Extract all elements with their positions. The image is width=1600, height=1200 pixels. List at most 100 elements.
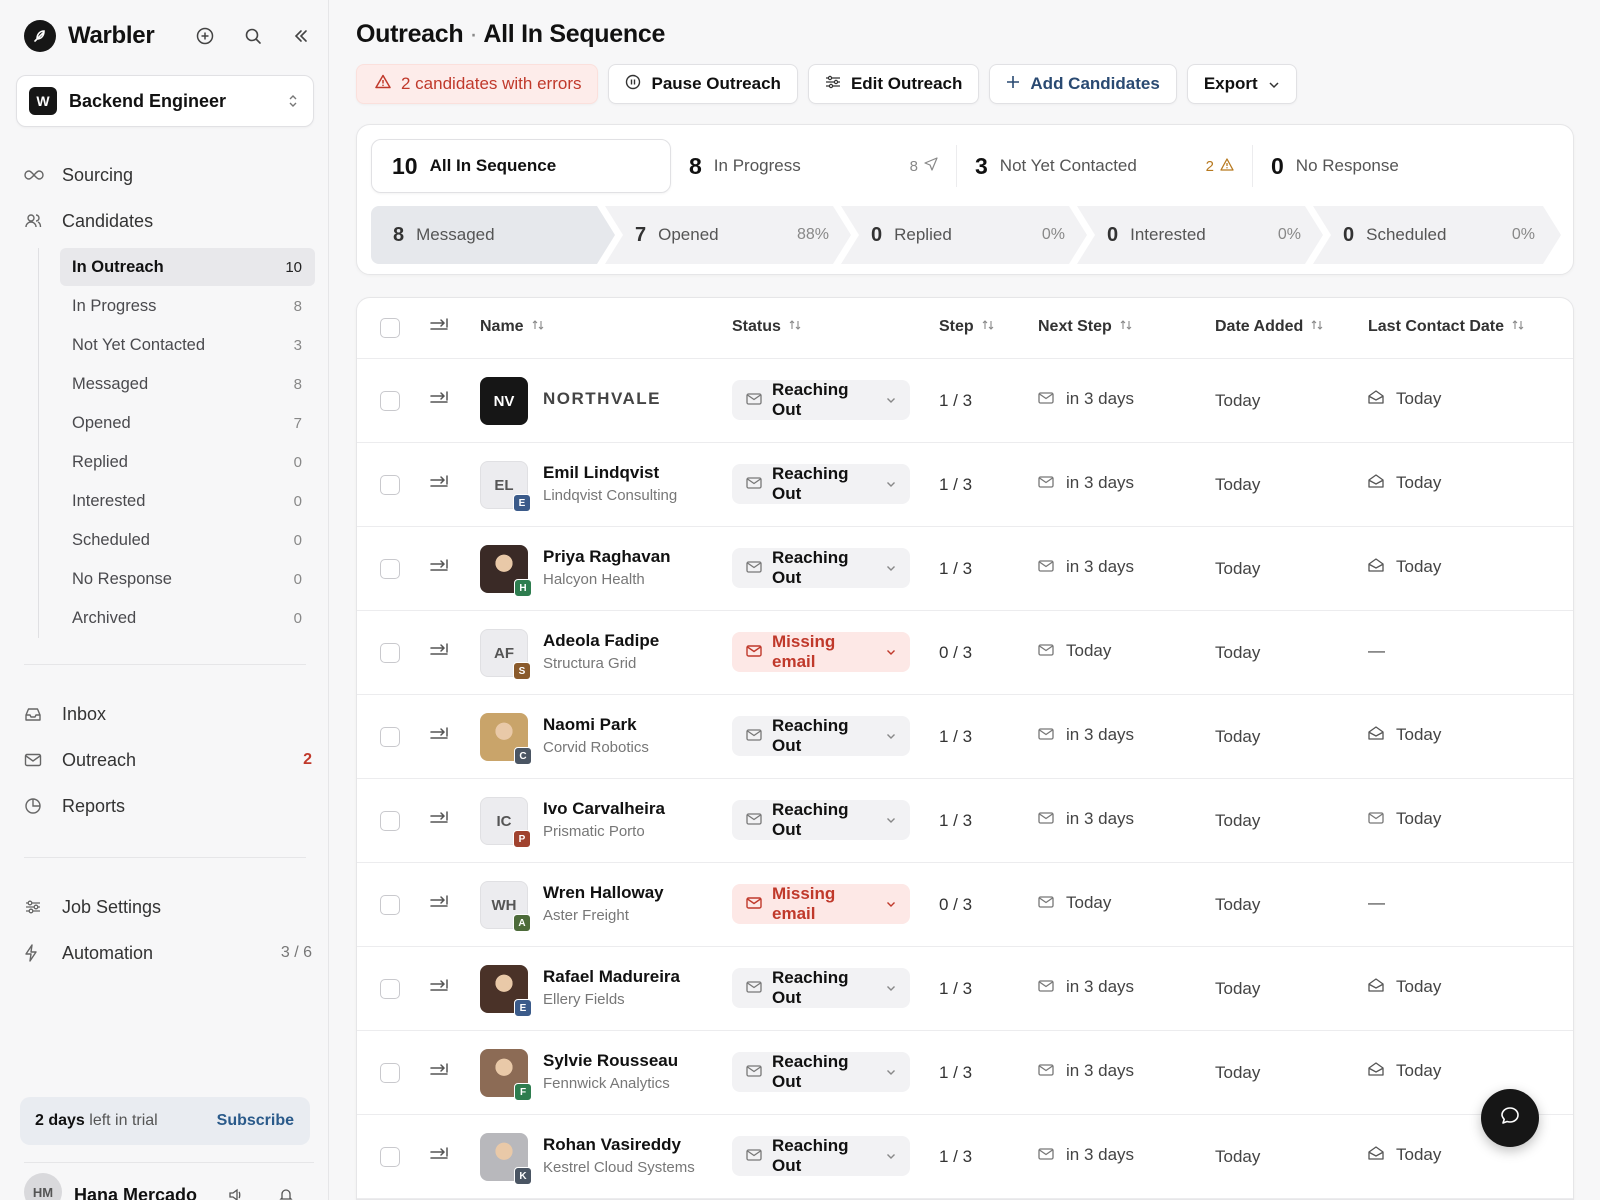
subnav-item-replied[interactable]: Replied 0 xyxy=(60,443,315,481)
table-row[interactable]: C Naomi Park Corvid Robotics Reaching Out 1 … xyxy=(357,695,1573,779)
collapse-sidebar-icon[interactable] xyxy=(292,27,310,45)
candidate-name[interactable]: Rohan Vasireddy xyxy=(543,1135,681,1155)
nav-automation[interactable]: Automation 3 / 6 xyxy=(24,939,314,967)
row-checkbox[interactable] xyxy=(380,1147,400,1167)
tab-in-progress[interactable]: 8 In Progress 8 xyxy=(671,145,957,187)
status-dropdown[interactable]: Missing email xyxy=(732,632,910,672)
speaker-icon[interactable] xyxy=(228,1187,244,1200)
edit-outreach-button[interactable]: Edit Outreach xyxy=(807,64,980,104)
step-value: 1 / 3 xyxy=(939,979,973,998)
sequence-icon[interactable] xyxy=(429,727,449,743)
pause-outreach-button[interactable]: Pause Outreach xyxy=(608,64,798,104)
subnav-item-messaged[interactable]: Messaged 8 xyxy=(60,365,315,403)
status-dropdown[interactable]: Reaching Out xyxy=(732,464,910,504)
sequence-icon[interactable] xyxy=(429,643,449,659)
candidate-name[interactable]: Sylvie Rousseau xyxy=(543,1051,678,1071)
avatar[interactable]: HM xyxy=(24,1173,62,1200)
tab-not-yet-contacted[interactable]: 3 Not Yet Contacted 2 xyxy=(957,145,1253,187)
sequence-icon[interactable] xyxy=(429,391,449,407)
search-icon[interactable] xyxy=(244,27,262,45)
sequence-icon[interactable] xyxy=(429,895,449,911)
candidate-name[interactable]: Wren Halloway xyxy=(543,883,664,903)
row-checkbox[interactable] xyxy=(380,643,400,663)
candidate-name[interactable]: Naomi Park xyxy=(543,715,637,735)
table-row[interactable]: NV NORTHVALE Reaching Out 1 / 3 in 3 days Tod… xyxy=(357,359,1573,443)
status-dropdown[interactable]: Reaching Out xyxy=(732,800,910,840)
candidate-name[interactable]: Priya Raghavan xyxy=(543,547,671,567)
row-checkbox[interactable] xyxy=(380,391,400,411)
column-next-step[interactable]: Next Step xyxy=(1038,318,1132,336)
row-checkbox[interactable] xyxy=(380,895,400,915)
row-checkbox[interactable] xyxy=(380,475,400,495)
nav-inbox[interactable]: Inbox xyxy=(24,700,314,728)
table-row[interactable]: WH A Wren Halloway Aster Freight Missing ema… xyxy=(357,863,1573,947)
status-dropdown[interactable]: Reaching Out xyxy=(732,1136,910,1176)
sequence-icon[interactable] xyxy=(429,979,449,995)
subnav-item-archived[interactable]: Archived 0 xyxy=(60,599,315,637)
table-row[interactable]: K Rohan Vasireddy Kestrel Cloud Systems Rea… xyxy=(357,1115,1573,1199)
nav-sourcing[interactable]: Sourcing xyxy=(24,161,314,189)
row-checkbox[interactable] xyxy=(380,979,400,999)
subnav-item-opened[interactable]: Opened 7 xyxy=(60,404,315,442)
row-checkbox[interactable] xyxy=(380,1063,400,1083)
nav-job-settings[interactable]: Job Settings xyxy=(24,893,314,921)
table-row[interactable]: EL E Emil Lindqvist Lindqvist Consulting Rea… xyxy=(357,443,1573,527)
job-selector[interactable]: W Backend Engineer xyxy=(16,75,314,127)
funnel-stage-replied[interactable]: 0 Replied 0% xyxy=(841,206,1087,264)
subnav-item-interested[interactable]: Interested 0 xyxy=(60,482,315,520)
candidate-name[interactable]: Adeola Fadipe xyxy=(543,631,659,651)
chat-button[interactable] xyxy=(1481,1089,1539,1147)
funnel-stage-scheduled[interactable]: 0 Scheduled 0% xyxy=(1313,206,1561,264)
candidate-name[interactable]: Ivo Carvalheira xyxy=(543,799,665,819)
table-row[interactable]: H Priya Raghavan Halcyon Health Reaching Ou… xyxy=(357,527,1573,611)
column-last-contact-date[interactable]: Last Contact Date xyxy=(1368,318,1524,336)
sequence-icon[interactable] xyxy=(429,559,449,575)
table-row[interactable]: E Rafael Madureira Ellery Fields Reaching O… xyxy=(357,947,1573,1031)
subnav-item-in-outreach[interactable]: In Outreach 10 xyxy=(60,248,315,286)
nav-outreach[interactable]: Outreach 2 xyxy=(24,746,314,774)
candidate-name[interactable]: NORTHVALE xyxy=(543,389,661,409)
table-row[interactable]: IC P Ivo Carvalheira Prismatic Porto Reachin… xyxy=(357,779,1573,863)
status-dropdown[interactable]: Reaching Out xyxy=(732,380,910,420)
column-name[interactable]: Name xyxy=(480,318,544,336)
table-row[interactable]: F Sylvie Rousseau Fennwick Analytics Reachi… xyxy=(357,1031,1573,1115)
column-date-added[interactable]: Date Added xyxy=(1215,318,1323,336)
subscribe-link[interactable]: Subscribe xyxy=(217,1112,294,1130)
nav-candidates[interactable]: Candidates xyxy=(24,207,314,235)
funnel-stage-messaged[interactable]: 8 Messaged xyxy=(371,206,615,264)
column-step[interactable]: Step xyxy=(939,318,994,336)
row-checkbox[interactable] xyxy=(380,727,400,747)
sequence-icon[interactable] xyxy=(429,475,449,491)
candidate-name[interactable]: Emil Lindqvist xyxy=(543,463,659,483)
status-dropdown[interactable]: Reaching Out xyxy=(732,1052,910,1092)
funnel-stage-interested[interactable]: 0 Interested 0% xyxy=(1077,206,1323,264)
table-row[interactable]: AF S Adeola Fadipe Structura Grid Missing em… xyxy=(357,611,1573,695)
subnav-item-not-yet-contacted[interactable]: Not Yet Contacted 3 xyxy=(60,326,315,364)
nav-inbox-label: Inbox xyxy=(62,703,107,724)
nav-reports[interactable]: Reports xyxy=(24,792,314,820)
sequence-icon[interactable] xyxy=(429,811,449,827)
row-checkbox[interactable] xyxy=(380,811,400,831)
status-dropdown[interactable]: Reaching Out xyxy=(732,968,910,1008)
add-circle-icon[interactable] xyxy=(196,27,214,45)
column-status[interactable]: Status xyxy=(732,318,801,336)
status-dropdown[interactable]: Missing email xyxy=(732,884,910,924)
status-dropdown[interactable]: Reaching Out xyxy=(732,548,910,588)
tab-all-in-sequence[interactable]: 10 All In Sequence xyxy=(371,139,671,193)
subnav-item-no-response[interactable]: No Response 0 xyxy=(60,560,315,598)
warbler-logo-icon[interactable] xyxy=(24,20,56,52)
subnav-item-in-progress[interactable]: In Progress 8 xyxy=(60,287,315,325)
funnel-stage-opened[interactable]: 7 Opened 88% xyxy=(605,206,851,264)
add-candidates-button[interactable]: Add Candidates xyxy=(989,64,1177,104)
tab-no-response[interactable]: 0 No Response xyxy=(1253,139,1399,193)
row-checkbox[interactable] xyxy=(380,559,400,579)
export-button[interactable]: Export xyxy=(1186,64,1297,104)
select-all-checkbox[interactable] xyxy=(380,318,400,338)
status-dropdown[interactable]: Reaching Out xyxy=(732,716,910,756)
sequence-icon[interactable] xyxy=(429,1063,449,1079)
bell-icon[interactable] xyxy=(278,1187,294,1200)
errors-button[interactable]: 2 candidates with errors xyxy=(356,64,599,104)
subnav-item-scheduled[interactable]: Scheduled 0 xyxy=(60,521,315,559)
sequence-icon[interactable] xyxy=(429,1147,449,1163)
candidate-name[interactable]: Rafael Madureira xyxy=(543,967,680,987)
